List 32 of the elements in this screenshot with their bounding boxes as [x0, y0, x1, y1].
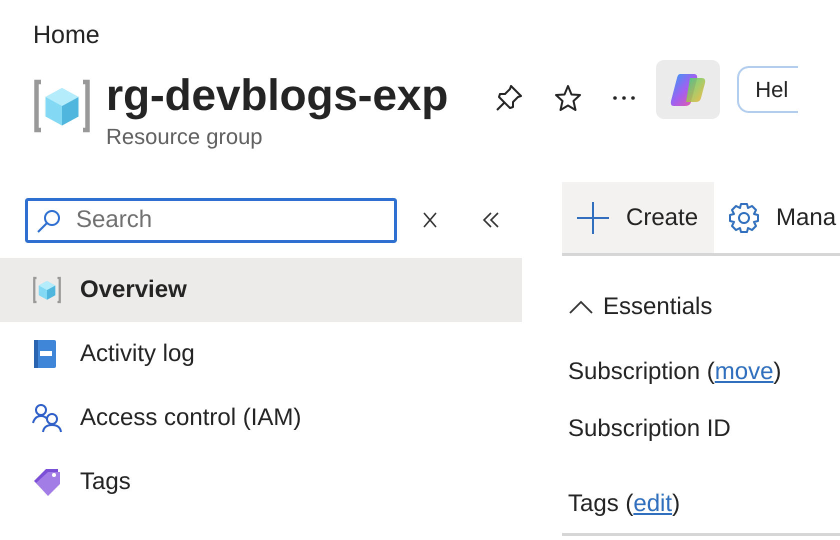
essentials-toggle[interactable]: Essentials: [562, 292, 840, 322]
field-label: Tags (edit): [568, 490, 680, 517]
copilot-icon: [670, 74, 706, 106]
help-button[interactable]: Hel: [737, 66, 798, 113]
book-icon: [32, 339, 58, 369]
field-link[interactable]: move: [714, 358, 774, 385]
sidebar-item[interactable]: Overview: [0, 258, 522, 322]
field-link[interactable]: edit: [633, 490, 672, 517]
people-icon: [32, 403, 64, 433]
page-subtitle: Resource group: [106, 124, 264, 150]
star-icon[interactable]: [554, 84, 582, 112]
collapse-icon[interactable]: [482, 212, 500, 228]
breadcrumb-link[interactable]: Home: [33, 21, 100, 49]
toolbar-button[interactable]: Create: [562, 182, 714, 253]
plus-icon: [576, 200, 610, 234]
field-label: Subscription (move): [568, 358, 782, 385]
toolbar-button[interactable]: Mana: [714, 182, 840, 253]
chevron-icon: [569, 300, 593, 314]
sidebar-item[interactable]: Tags: [0, 450, 522, 514]
more-icon[interactable]: [612, 95, 636, 101]
pin-icon[interactable]: [494, 83, 524, 113]
copilot-button[interactable]: [656, 60, 720, 119]
tag-icon: [32, 467, 62, 497]
search-icon: [36, 208, 62, 234]
page-title: rg-devblogs-exp: [106, 70, 448, 122]
field-label: Subscription ID: [568, 415, 731, 442]
sidebar-item[interactable]: Access control (IAM): [0, 386, 522, 450]
close-icon[interactable]: [422, 211, 438, 229]
sidebar-item[interactable]: Activity log: [0, 322, 522, 386]
search-field[interactable]: Search: [25, 198, 397, 242]
settings-icon: [728, 202, 760, 234]
resource-group-icon: [32, 275, 62, 305]
